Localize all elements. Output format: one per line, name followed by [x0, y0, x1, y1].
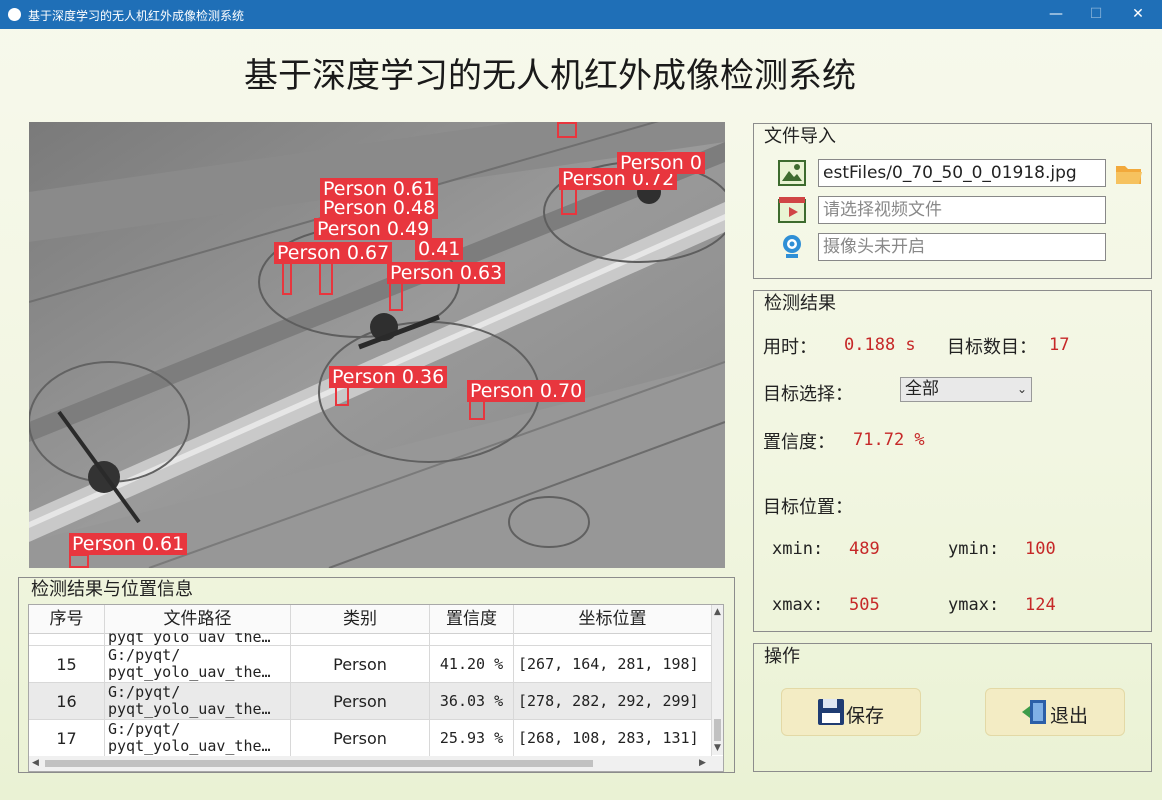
target-select[interactable]: 全部 ⌄: [900, 377, 1032, 402]
ymin-label: ymin:: [948, 539, 1000, 559]
minimize-icon[interactable]: —: [1036, 2, 1076, 26]
exit-door-icon: [1020, 697, 1050, 727]
scroll-left-icon[interactable]: ◀: [32, 758, 39, 768]
detection-label: Person 0.63: [387, 262, 506, 284]
app-icon: [8, 8, 21, 21]
cell-confidence: 36.03 %: [430, 683, 514, 719]
cell-class: Person: [291, 720, 430, 756]
time-value: 0.188 s: [844, 335, 916, 355]
detection-label: Person 0.48: [320, 197, 439, 219]
image-file-icon[interactable]: [778, 159, 806, 187]
detection-image-view: Person 0.61 Person 0.48 Person 0.49 Pers…: [29, 122, 725, 568]
confidence-value: 71.72 %: [853, 430, 925, 450]
video-path-field[interactable]: 请选择视频文件: [818, 196, 1106, 224]
table-row[interactable]: pyqt_yolo_uav_the…: [29, 633, 712, 646]
detection-results-title: 检测结果: [764, 293, 836, 314]
floppy-disk-icon: [816, 697, 846, 727]
cell-index: 15: [29, 646, 105, 682]
detection-label: Person 0.49: [314, 218, 433, 240]
cell-path: pyqt_yolo_uav_the…: [105, 633, 291, 645]
file-import-title: 文件导入: [764, 126, 836, 147]
cell-path: G:/pyqt/pyqt_yolo_uav_the…: [105, 646, 291, 682]
camera-status-field[interactable]: 摄像头未开启: [818, 233, 1106, 261]
cell-coordinates: [267, 164, 281, 198]: [514, 646, 712, 682]
table-row[interactable]: 15 G:/pyqt/pyqt_yolo_uav_the… Person 41.…: [29, 646, 712, 683]
table-row[interactable]: 16 G:/pyqt/pyqt_yolo_uav_the… Person 36.…: [29, 683, 712, 720]
detection-label: Person 0.61: [69, 533, 188, 555]
scroll-down-icon[interactable]: ▼: [714, 743, 721, 753]
cell-index: 16: [29, 683, 105, 719]
page-title: 基于深度学习的无人机红外成像检测系统: [244, 56, 856, 96]
cell-confidence: 41.20 %: [430, 646, 514, 682]
exit-button[interactable]: 退出: [985, 688, 1125, 736]
save-button[interactable]: 保存: [781, 688, 921, 736]
cell-confidence: 25.93 %: [430, 720, 514, 756]
cell-coordinates: [268, 108, 283, 131]: [514, 720, 712, 756]
table-header: 序号 文件路径 类别 置信度 坐标位置: [29, 605, 712, 634]
cell-class: Person: [291, 683, 430, 719]
table-row[interactable]: 17 G:/pyqt/pyqt_yolo_uav_the… Person 25.…: [29, 720, 712, 757]
column-header-coordinates[interactable]: 坐标位置: [514, 605, 712, 633]
exit-button-label: 退出: [1050, 705, 1089, 727]
save-button-label: 保存: [846, 705, 885, 727]
cell-path: G:/pyqt/pyqt_yolo_uav_the…: [105, 720, 291, 756]
maximize-icon[interactable]: ☐: [1076, 2, 1116, 26]
chevron-down-icon: ⌄: [1016, 382, 1027, 396]
vertical-scroll-thumb[interactable]: [714, 719, 721, 741]
webcam-icon[interactable]: [778, 233, 806, 261]
detection-label: Person 0.67: [274, 242, 393, 264]
count-label: 目标数目：: [947, 337, 1037, 358]
cell-coordinates: [278, 282, 292, 299]: [514, 683, 712, 719]
vertical-scrollbar[interactable]: ▲ ▼: [712, 605, 723, 755]
cell-class: Person: [291, 646, 430, 682]
detection-box: [69, 554, 89, 568]
scroll-up-icon[interactable]: ▲: [714, 607, 721, 617]
detection-label: Person 0.70: [467, 380, 586, 402]
column-header-class[interactable]: 类别: [291, 605, 430, 633]
detection-label: Person 0: [617, 152, 705, 174]
xmin-value: 489: [849, 539, 880, 559]
target-select-value: 全部: [905, 379, 939, 399]
window-title: 基于深度学习的无人机红外成像检测系统: [28, 9, 245, 23]
column-header-index[interactable]: 序号: [29, 605, 105, 633]
column-header-confidence[interactable]: 置信度: [430, 605, 514, 633]
cell-index: 17: [29, 720, 105, 756]
folder-open-icon[interactable]: [1114, 160, 1144, 186]
cell-path: G:/pyqt/pyqt_yolo_uav_the…: [105, 683, 291, 719]
results-table-title: 检测结果与位置信息: [31, 579, 193, 600]
detection-label: 0.41: [415, 238, 464, 260]
table-body: pyqt_yolo_uav_the… 15 G:/pyqt/pyqt_yolo_…: [29, 633, 712, 757]
xmax-label: xmax:: [772, 595, 824, 615]
column-header-path[interactable]: 文件路径: [105, 605, 291, 633]
count-value: 17: [1049, 335, 1070, 355]
time-label: 用时：: [763, 337, 817, 358]
video-file-icon[interactable]: [778, 196, 806, 224]
window-titlebar: 基于深度学习的无人机红外成像检测系统 — ☐ ✕: [0, 0, 1162, 29]
image-path-field[interactable]: estFiles/0_70_50_0_01918.jpg: [818, 159, 1106, 187]
xmax-value: 505: [849, 595, 880, 615]
target-position-label: 目标位置：: [763, 497, 853, 518]
ymax-value: 124: [1025, 595, 1056, 615]
scroll-right-icon[interactable]: ▶: [699, 758, 706, 768]
detection-box: [557, 122, 577, 138]
file-import-group: 文件导入 estFiles/0_70_50_0_01918.jpg 请选择视频文…: [753, 123, 1152, 279]
detection-label: Person 0.36: [329, 366, 448, 388]
actions-title: 操作: [764, 646, 800, 667]
target-select-label: 目标选择：: [763, 384, 853, 405]
ymax-label: ymax:: [948, 595, 1000, 615]
results-table[interactable]: 序号 文件路径 类别 置信度 坐标位置 pyqt_yolo_uav_the… 1…: [28, 604, 724, 772]
close-icon[interactable]: ✕: [1118, 2, 1158, 26]
horizontal-scroll-thumb[interactable]: [45, 760, 593, 767]
confidence-label: 置信度：: [763, 432, 835, 453]
horizontal-scrollbar[interactable]: ◀ ▶: [29, 756, 723, 771]
ymin-value: 100: [1025, 539, 1056, 559]
xmin-label: xmin:: [772, 539, 824, 559]
